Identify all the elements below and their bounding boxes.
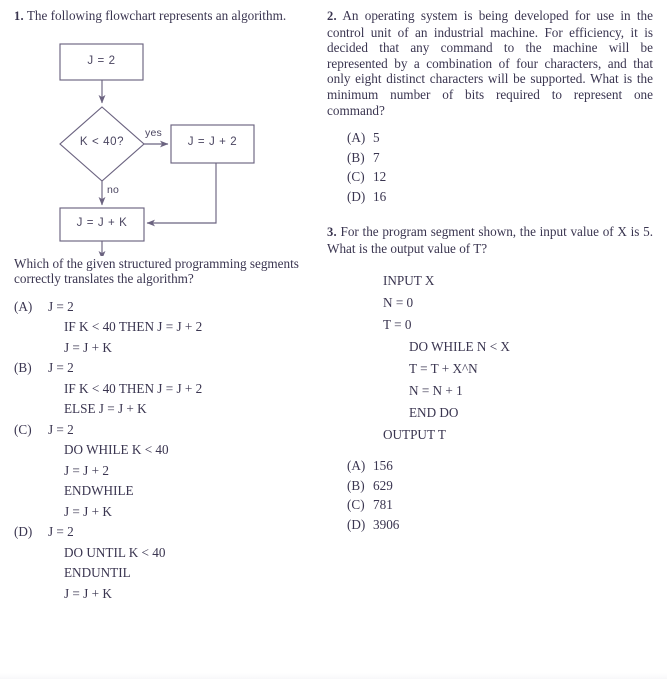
option-a-tag: (A)	[14, 298, 33, 314]
flowchart-diagram: J = 2 K < 40? J = J + 2 J = J + K yes no	[14, 31, 314, 256]
program-line-8: OUTPUT T	[383, 427, 446, 443]
flow-node-then-label: J = J + 2	[187, 135, 238, 148]
question-2-choice-b[interactable]: (B) 7	[347, 148, 653, 168]
question-2-choice-a-text: 5	[373, 130, 380, 146]
option-b-line-1: J = 2	[48, 360, 74, 376]
question-2-number: 2.	[327, 9, 337, 23]
question-2-choice-d[interactable]: (D) 16	[347, 187, 653, 207]
question-3-stem-text: For the program segment shown, the input…	[327, 224, 654, 256]
question-2-stem-text: An operating system is being developed f…	[327, 8, 653, 118]
option-d[interactable]: (D) J = 2 DO UNTIL K < 40 ENDUNTIL J = J…	[14, 522, 314, 604]
flow-node-decision-label: K < 40?	[79, 135, 125, 148]
question-1-number: 1.	[14, 9, 24, 23]
program-line-1: INPUT X	[383, 273, 435, 289]
right-column: 2. An operating system is being develope…	[327, 8, 653, 534]
page-bottom-edge	[0, 673, 667, 679]
flowchart-svg	[59, 43, 255, 256]
option-c-line-1: J = 2	[48, 421, 74, 437]
option-a-line-1: J = 2	[48, 298, 74, 314]
program-line-3: T = 0	[383, 317, 412, 333]
question-2-choice-b-text: 7	[373, 149, 380, 165]
option-c-line-3: J = J + 2	[64, 462, 109, 478]
program-line-4: DO WHILE N < X	[409, 339, 510, 355]
question-3-choice-b[interactable]: (B) 629	[347, 476, 653, 496]
question-2-choice-c[interactable]: (C) 12	[347, 167, 653, 187]
program-line-5: T = T + X^N	[409, 361, 478, 377]
question-3-choice-d-tag: (D)	[347, 516, 366, 532]
option-c-tag: (C)	[14, 421, 32, 437]
flow-edge-label-yes: yes	[145, 126, 162, 139]
left-column: 1. The following flowchart represents an…	[14, 8, 314, 604]
question-3-choice-a-text: 156	[373, 458, 393, 474]
option-d-line-1: J = 2	[48, 524, 74, 540]
question-3-choice-c-tag: (C)	[347, 497, 365, 513]
option-d-line-3: ENDUNTIL	[64, 565, 131, 581]
question-2-choice-b-tag: (B)	[347, 149, 365, 165]
program-line-6: N = N + 1	[409, 383, 463, 399]
question-3-choice-b-text: 629	[373, 477, 393, 493]
question-3-program-segment: INPUT X N = 0 T = 0 DO WHILE N < X T = T…	[327, 270, 653, 446]
option-a-line-3: J = J + K	[64, 339, 112, 355]
option-b-line-3: ELSE J = J + K	[64, 401, 147, 417]
option-c-line-4: ENDWHILE	[64, 483, 134, 499]
spacer-between-questions	[327, 206, 653, 224]
question-3-choice-c[interactable]: (C) 781	[347, 495, 653, 515]
question-3-choice-c-text: 781	[373, 497, 393, 513]
question-1-options: (A) J = 2 IF K < 40 THEN J = J + 2 J = J…	[14, 297, 314, 605]
option-c-line-2: DO WHILE K < 40	[64, 442, 169, 458]
option-b[interactable]: (B) J = 2 IF K < 40 THEN J = J + 2 ELSE …	[14, 358, 314, 420]
option-a-line-2: IF K < 40 THEN J = J + 2	[64, 319, 203, 335]
question-2-choice-a[interactable]: (A) 5	[347, 128, 653, 148]
option-b-tag: (B)	[14, 360, 32, 376]
flow-node-start-label: J = 2	[87, 54, 116, 67]
question-3-stem: 3. For the program segment shown, the in…	[327, 224, 653, 256]
question-2-choice-c-tag: (C)	[347, 169, 365, 185]
option-c[interactable]: (C) J = 2 DO WHILE K < 40 J = J + 2 ENDW…	[14, 420, 314, 523]
option-c-line-5: J = J + K	[64, 503, 112, 519]
program-line-7: END DO	[409, 405, 459, 421]
option-d-line-2: DO UNTIL K < 40	[64, 544, 166, 560]
program-line-2: N = 0	[383, 295, 414, 311]
question-2-choice-c-text: 12	[373, 169, 387, 185]
question-3-choice-a[interactable]: (A) 156	[347, 456, 653, 476]
question-2-stem: 2. An operating system is being develope…	[327, 8, 653, 118]
question-2-choice-d-tag: (D)	[347, 188, 366, 204]
question-3-choice-b-tag: (B)	[347, 477, 365, 493]
option-d-tag: (D)	[14, 524, 33, 540]
question-3-choice-a-tag: (A)	[347, 458, 366, 474]
question-2-choice-d-text: 16	[373, 188, 387, 204]
option-b-line-2: IF K < 40 THEN J = J + 2	[64, 380, 203, 396]
question-3-number: 3.	[327, 225, 337, 240]
flow-edge-label-no: no	[107, 183, 120, 196]
flow-node-after-label: J = J + K	[76, 216, 128, 229]
question-3-choice-d[interactable]: (D) 3906	[347, 515, 653, 535]
exam-page: 1. The following flowchart represents an…	[0, 0, 667, 679]
option-a[interactable]: (A) J = 2 IF K < 40 THEN J = J + 2 J = J…	[14, 297, 314, 359]
question-2-choices: (A) 5 (B) 7 (C) 12 (D) 16	[327, 128, 653, 206]
question-3-choice-d-text: 3906	[373, 516, 400, 532]
question-1-stem: 1. The following flowchart represents an…	[14, 8, 314, 25]
question-1-prompt: Which of the given structured programmin…	[14, 255, 299, 287]
question-3-choices: (A) 156 (B) 629 (C) 781 (D) 3906	[327, 456, 653, 534]
question-1-stem-text: The following flowchart represents an al…	[26, 8, 287, 23]
question-2-choice-a-tag: (A)	[347, 130, 366, 146]
option-d-line-4: J = J + K	[64, 585, 112, 601]
